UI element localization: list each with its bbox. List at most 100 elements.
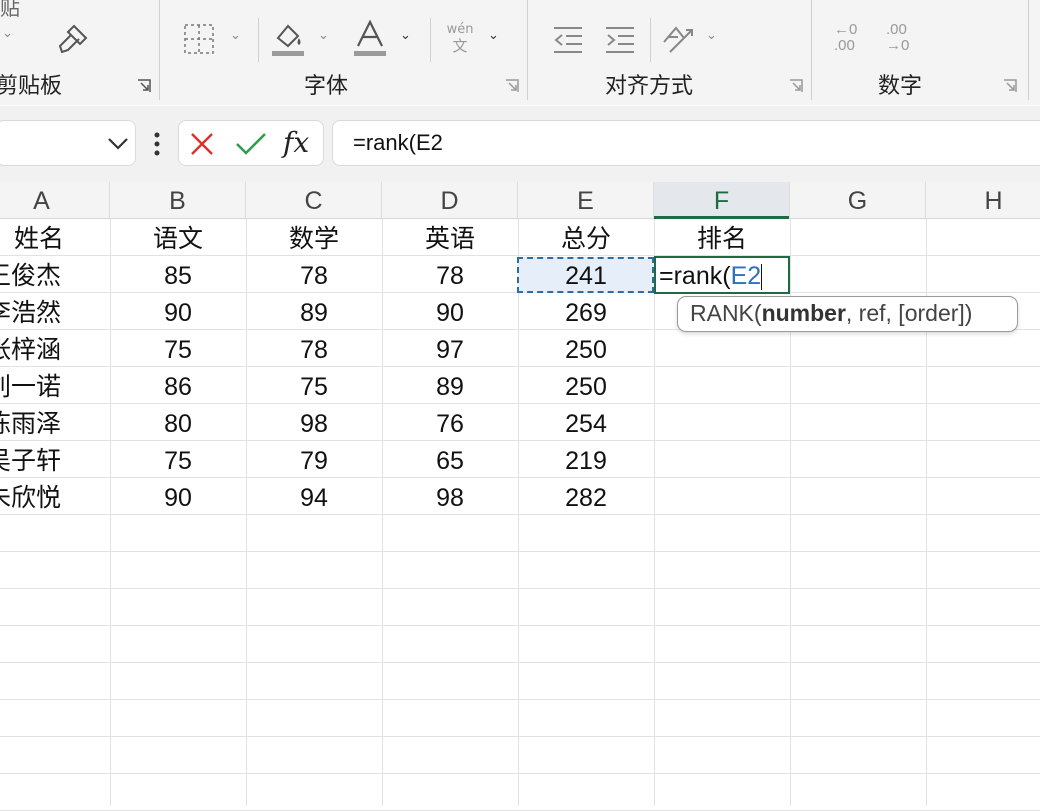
insert-function-button[interactable]: fx	[283, 125, 309, 161]
column-header-h[interactable]: H	[926, 182, 1040, 218]
data-cell[interactable]: 吴子轩	[0, 441, 108, 478]
data-cell[interactable]: 85	[110, 256, 246, 293]
ribbon-mini-separator	[258, 18, 259, 62]
data-cell[interactable]	[654, 404, 790, 441]
data-cell[interactable]	[654, 441, 790, 478]
fill-color-dropdown-chevron-icon[interactable]: ⌄	[318, 28, 329, 43]
ribbon-separator	[527, 0, 528, 100]
borders-icon	[184, 24, 214, 54]
column-header-e[interactable]: E	[518, 182, 654, 218]
orientation-button[interactable]	[660, 20, 696, 56]
tooltip-current-arg[interactable]: number	[762, 300, 846, 326]
data-cell[interactable]: 250	[518, 330, 654, 367]
column-header-d[interactable]: D	[382, 182, 518, 218]
data-cell[interactable]: 282	[518, 478, 654, 515]
data-cell[interactable]: 241	[518, 256, 654, 293]
data-cell[interactable]: 朱欣悦	[0, 478, 108, 515]
ribbon-mini-separator	[650, 18, 651, 62]
data-cell[interactable]: 75	[246, 367, 382, 404]
data-cell[interactable]: 79	[246, 441, 382, 478]
data-cell[interactable]	[654, 478, 790, 515]
data-cell[interactable]: 254	[518, 404, 654, 441]
phonetic-guide-button[interactable]: wén 文	[440, 22, 480, 62]
data-cell[interactable]: 75	[110, 330, 246, 367]
increase-decimal-top: ←0	[834, 21, 858, 38]
phonetic-top-label: wén	[446, 22, 474, 37]
data-cell[interactable]: 94	[246, 478, 382, 515]
data-cell[interactable]: 78	[382, 256, 518, 293]
ribbon-separator	[159, 0, 160, 100]
data-cell[interactable]	[654, 367, 790, 404]
decrease-indent-button[interactable]	[552, 24, 584, 56]
data-cell[interactable]: 89	[246, 293, 382, 330]
ribbon-separator	[1028, 0, 1029, 100]
alignment-group-title: 对齐方式	[605, 74, 694, 99]
font-color-button[interactable]	[352, 18, 388, 58]
header-cell[interactable]: 英语	[382, 219, 518, 256]
decrease-decimal-button[interactable]: .00 →0	[886, 22, 922, 58]
data-cell[interactable]: 75	[110, 441, 246, 478]
data-cell[interactable]: 陈雨泽	[0, 404, 108, 441]
column-header-g[interactable]: G	[790, 182, 926, 218]
data-cell[interactable]: 269	[518, 293, 654, 330]
increase-decimal-button[interactable]: ←0 .00	[834, 22, 870, 58]
data-cell[interactable]: 90	[110, 293, 246, 330]
phonetic-dropdown-chevron-icon[interactable]: ⌄	[488, 28, 499, 43]
name-box-dropdown-chevron-icon[interactable]	[106, 133, 130, 153]
column-header-a[interactable]: A	[0, 182, 110, 218]
edit-prefix: =rank(	[659, 262, 731, 290]
increase-indent-button[interactable]	[604, 24, 636, 56]
data-cell[interactable]: 90	[382, 293, 518, 330]
text-caret	[761, 264, 763, 291]
more-options-icon[interactable]	[152, 130, 162, 158]
data-cell[interactable]: 219	[518, 441, 654, 478]
paste-dropdown-chevron-icon[interactable]: ⌄	[2, 26, 13, 41]
data-cell[interactable]: 王俊杰	[0, 256, 108, 293]
ribbon-separator	[811, 0, 812, 100]
font-color-dropdown-chevron-icon[interactable]: ⌄	[400, 28, 411, 43]
data-cell[interactable]: 80	[110, 404, 246, 441]
borders-button[interactable]	[182, 22, 216, 56]
data-cell[interactable]: 65	[382, 441, 518, 478]
data-cell[interactable]: 76	[382, 404, 518, 441]
header-cell[interactable]: 数学	[246, 219, 382, 256]
fill-color-button[interactable]	[270, 20, 306, 58]
data-cell[interactable]: 89	[382, 367, 518, 404]
font-group-title: 字体	[304, 74, 349, 99]
data-cell[interactable]: 刘一诺	[0, 367, 108, 404]
clipboard-dialog-launcher-icon[interactable]	[137, 78, 151, 92]
number-dialog-launcher-icon[interactable]	[1003, 78, 1017, 92]
data-cell[interactable]: 90	[110, 478, 246, 515]
column-header-b[interactable]: B	[110, 182, 246, 218]
data-cell[interactable]: 张梓涵	[0, 330, 108, 367]
header-cell[interactable]: 排名	[654, 219, 790, 256]
orientation-dropdown-chevron-icon[interactable]: ⌄	[706, 28, 717, 43]
header-cell[interactable]: 总分	[518, 219, 654, 256]
confirm-icon[interactable]	[235, 131, 267, 157]
decrease-decimal-top: .00	[886, 21, 907, 38]
paste-button[interactable]: 贴	[0, 0, 30, 20]
data-cell[interactable]: 98	[246, 404, 382, 441]
formula-input[interactable]: =rank(E2	[332, 120, 1040, 166]
grid-row-line	[0, 551, 1040, 552]
data-cell[interactable]: 86	[110, 367, 246, 404]
phonetic-bottom-label: 文	[452, 37, 468, 55]
data-cell[interactable]: 李浩然	[0, 293, 108, 330]
borders-dropdown-chevron-icon[interactable]: ⌄	[230, 28, 241, 43]
data-cell[interactable]	[654, 330, 790, 367]
data-cell[interactable]: 250	[518, 367, 654, 404]
number-group-title: 数字	[878, 74, 923, 99]
tooltip-function[interactable]: RANK(	[690, 300, 762, 326]
alignment-dialog-launcher-icon[interactable]	[789, 78, 803, 92]
cancel-icon[interactable]	[189, 131, 215, 157]
data-cell[interactable]: 78	[246, 330, 382, 367]
data-cell[interactable]: 78	[246, 256, 382, 293]
data-cell[interactable]: 97	[382, 330, 518, 367]
column-header-c[interactable]: C	[246, 182, 382, 218]
grid-row-line	[0, 625, 1040, 626]
header-cell[interactable]: 语文	[110, 219, 246, 256]
column-header-f[interactable]: F	[654, 182, 790, 219]
font-dialog-launcher-icon[interactable]	[505, 78, 519, 92]
data-cell[interactable]: 98	[382, 478, 518, 515]
format-painter-button[interactable]	[54, 22, 90, 58]
